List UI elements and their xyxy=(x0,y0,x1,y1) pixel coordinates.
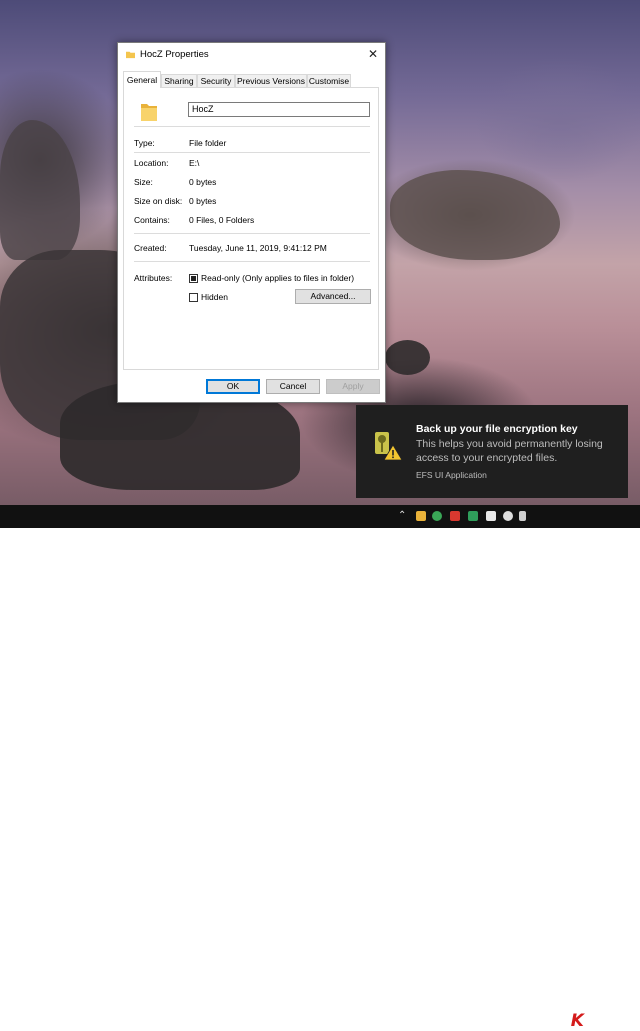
size-on-disk-label: Size on disk: xyxy=(134,196,183,206)
toast-title: Back up your file encryption key xyxy=(416,423,578,435)
wallpaper-rock xyxy=(385,340,430,375)
type-label: Type: xyxy=(134,138,155,148)
divider xyxy=(134,261,370,262)
folder-icon xyxy=(141,104,157,121)
hidden-checkbox[interactable] xyxy=(189,293,198,302)
defender-icon[interactable] xyxy=(486,511,496,521)
divider xyxy=(134,126,370,127)
close-button[interactable]: ✕ xyxy=(361,43,385,65)
folder-icon[interactable] xyxy=(416,511,426,521)
ok-button[interactable]: OK xyxy=(206,379,260,394)
contains-label: Contains: xyxy=(134,215,170,225)
created-value: Tuesday, June 11, 2019, 9:41:12 PM xyxy=(189,243,327,253)
vivaldi-icon[interactable] xyxy=(450,511,460,521)
size-value: 0 bytes xyxy=(189,177,217,187)
wallpaper-rock xyxy=(390,170,560,260)
key-warning-icon xyxy=(375,432,403,461)
attributes-label: Attributes: xyxy=(134,273,173,283)
tab-customise[interactable]: Customise xyxy=(307,74,351,87)
type-value: File folder xyxy=(189,138,227,148)
window-title: HocZ Properties xyxy=(140,49,209,60)
notification-toast[interactable]: Back up your file encryption key This he… xyxy=(356,405,628,498)
tab-sharing[interactable]: Sharing xyxy=(161,74,197,87)
readonly-label[interactable]: Read-only (Only applies to files in fold… xyxy=(201,273,354,283)
apply-button[interactable]: Apply xyxy=(326,379,380,394)
toast-source: EFS UI Application xyxy=(416,470,487,480)
general-panel: HocZ Type: File folder Location: E:\ Siz… xyxy=(123,87,379,370)
tab-previous-versions[interactable]: Previous Versions xyxy=(235,74,307,87)
toast-body: This helps you avoid permanently losing … xyxy=(416,438,603,464)
properties-window[interactable]: HocZ Properties ✕ General Sharing Securi… xyxy=(117,42,386,403)
readonly-checkbox[interactable] xyxy=(189,274,198,283)
hidden-label[interactable]: Hidden xyxy=(201,292,228,302)
shield-icon[interactable] xyxy=(468,511,478,521)
size-label: Size: xyxy=(134,177,153,187)
wallpaper-rock xyxy=(0,120,80,260)
folder-icon xyxy=(126,51,135,59)
volume-icon[interactable] xyxy=(519,511,526,521)
cloud-icon[interactable] xyxy=(503,511,513,521)
title-bar[interactable]: HocZ Properties ✕ xyxy=(118,43,385,67)
created-label: Created: xyxy=(134,243,167,253)
location-label: Location: xyxy=(134,158,169,168)
size-on-disk-value: 0 bytes xyxy=(189,196,217,206)
taskbar: ⌃ GENK xyxy=(0,505,640,1031)
folder-name-field[interactable]: HocZ xyxy=(188,102,370,117)
cancel-button[interactable]: Cancel xyxy=(266,379,320,394)
location-value: E:\ xyxy=(189,158,200,168)
tab-general[interactable]: General xyxy=(123,71,161,88)
tab-security[interactable]: Security xyxy=(197,74,235,87)
genk-watermark-logo: GENK xyxy=(528,1011,585,1031)
divider xyxy=(134,233,370,234)
chrome-icon[interactable] xyxy=(432,511,442,521)
contains-value: 0 Files, 0 Folders xyxy=(189,215,255,225)
advanced-button[interactable]: Advanced... xyxy=(295,289,371,304)
show-hidden-icons-chevron[interactable]: ⌃ xyxy=(398,510,406,521)
divider xyxy=(134,152,370,153)
